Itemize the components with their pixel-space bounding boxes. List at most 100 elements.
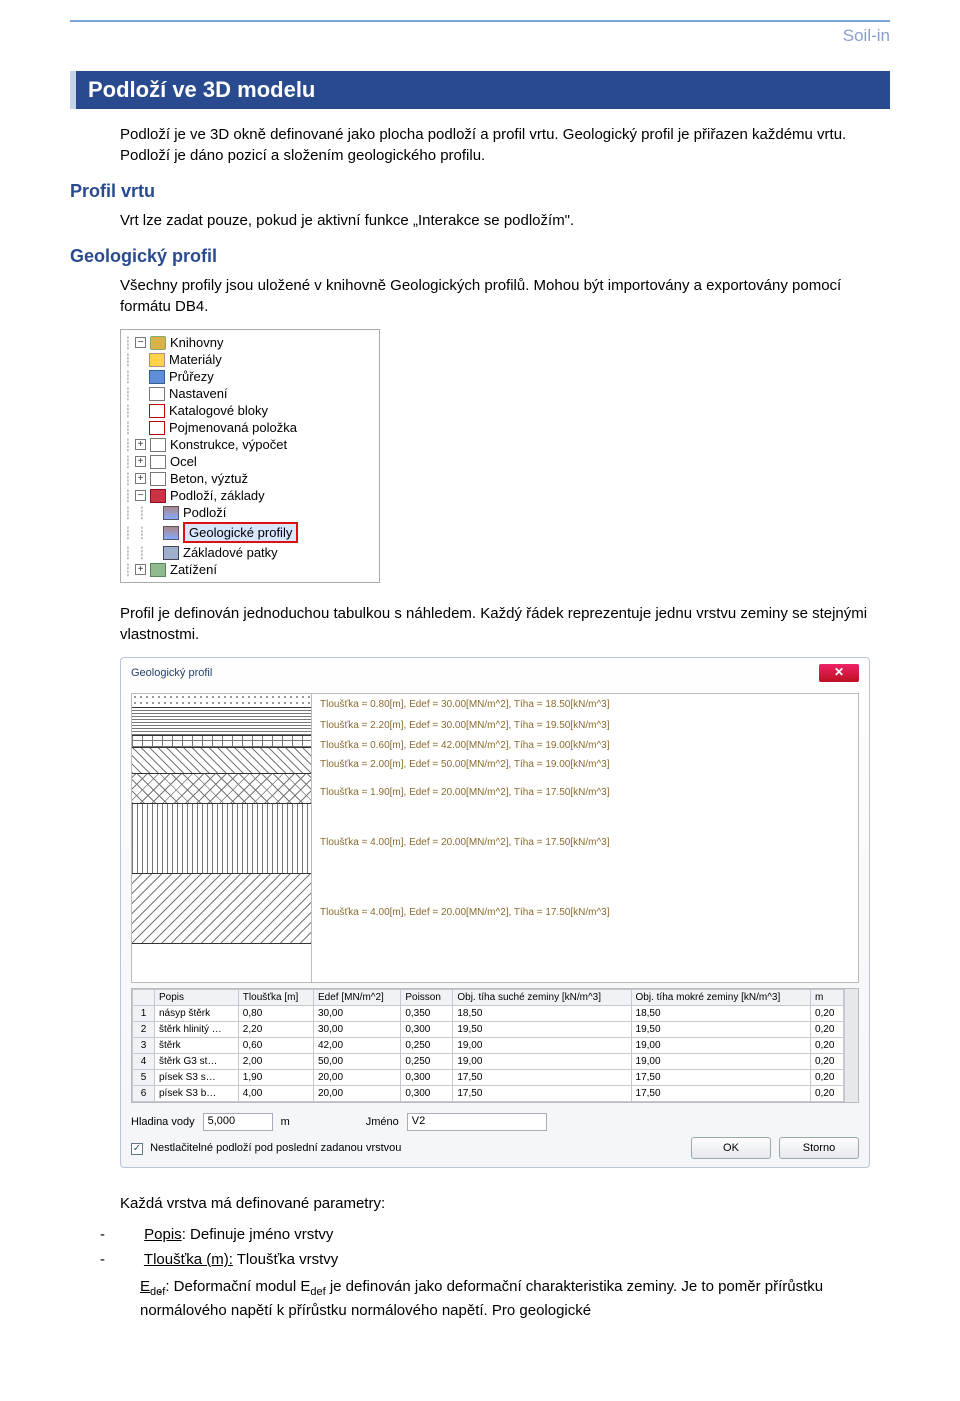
table-row[interactable]: 6písek S3 b…4,0020,000,30017,5017,500,20 xyxy=(133,1086,844,1102)
tree-node-icon xyxy=(150,472,166,486)
table-cell: 17,50 xyxy=(631,1086,810,1102)
table-cell: 19,00 xyxy=(631,1038,810,1054)
cross-section-layer xyxy=(132,804,311,874)
table-header: Obj. tíha mokré zeminy [kN/m^3] xyxy=(631,990,810,1006)
tree-node-icon xyxy=(150,455,166,469)
tree-item[interactable]: ┊+Konstrukce, výpočet xyxy=(121,436,379,453)
close-icon[interactable]: ✕ xyxy=(819,664,859,682)
table-row[interactable]: 3štěrk0,6042,000,25019,0019,000,20 xyxy=(133,1038,844,1054)
layer-desc-row: Tloušťka = 2.20[m], Edef = 30.00[MN/m^2]… xyxy=(320,712,858,740)
tree-node-icon xyxy=(149,404,165,418)
cancel-button[interactable]: Storno xyxy=(779,1137,859,1159)
tree-node-icon xyxy=(163,546,179,560)
tree-node-icon xyxy=(150,489,166,503)
param-popis: - Popis: Definuje jméno vrstvy xyxy=(140,1226,890,1243)
tree-node-icon xyxy=(149,421,165,435)
section-geoprof-heading: Geologický profil xyxy=(70,246,890,267)
table-cell: 17,50 xyxy=(631,1070,810,1086)
layer-desc-row: Tloušťka = 2.00[m], Edef = 50.00[MN/m^2]… xyxy=(320,752,858,778)
table-header: Edef [MN/m^2] xyxy=(314,990,401,1006)
tree-item-label: Pojmenovaná položka xyxy=(169,420,297,435)
ok-button[interactable]: OK xyxy=(691,1137,771,1159)
table-header: Popis xyxy=(155,990,239,1006)
table-header: Tloušťka [m] xyxy=(238,990,313,1006)
table-cell: písek S3 s… xyxy=(155,1070,239,1086)
tree-item[interactable]: ┊Průřezy xyxy=(121,368,379,385)
table-header: Obj. tíha suché zeminy [kN/m^3] xyxy=(453,990,631,1006)
table-cell: 19,00 xyxy=(631,1054,810,1070)
tree-toggle-icon[interactable]: − xyxy=(135,490,146,501)
tree-toggle-icon[interactable]: − xyxy=(135,337,146,348)
table-cell: 18,50 xyxy=(631,1006,810,1022)
cross-section-layer xyxy=(132,694,311,708)
table-cell: 2,00 xyxy=(238,1054,313,1070)
table-cell: štěrk G3 st… xyxy=(155,1054,239,1070)
database-icon xyxy=(150,336,166,350)
tree-item[interactable]: ┊┊Geologické profily xyxy=(121,521,379,544)
table-cell: 2,20 xyxy=(238,1022,313,1038)
tree-item-label: Podloží xyxy=(183,505,226,520)
table-cell: štěrk hlinitý … xyxy=(155,1022,239,1038)
header-rule xyxy=(70,20,890,22)
tree-toggle-icon[interactable]: + xyxy=(135,456,146,467)
cross-section-layer xyxy=(132,874,311,944)
tree-item-label: Zatížení xyxy=(170,562,217,577)
param-tloustka: - Tloušťka (m): Tloušťka vrstvy xyxy=(140,1251,890,1268)
layer-desc-row: Tloušťka = 0.80[m], Edef = 30.00[MN/m^2]… xyxy=(320,698,858,712)
tree-item-label: Ocel xyxy=(170,454,197,469)
tree-toggle-icon[interactable]: + xyxy=(135,439,146,450)
layer-desc-row: Tloušťka = 1.90[m], Edef = 20.00[MN/m^2]… xyxy=(320,778,858,808)
table-header: Poisson xyxy=(401,990,453,1006)
layers-table[interactable]: PopisTloušťka [m]Edef [MN/m^2]PoissonObj… xyxy=(132,989,844,1102)
table-cell: 3 xyxy=(133,1038,155,1054)
table-scrollbar[interactable] xyxy=(844,989,858,1102)
table-cell: 20,00 xyxy=(314,1086,401,1102)
tree-item[interactable]: ┊+Ocel xyxy=(121,453,379,470)
table-row[interactable]: 5písek S3 s…1,9020,000,30017,5017,500,20 xyxy=(133,1070,844,1086)
cross-section-layer xyxy=(132,736,311,748)
intro-paragraph: Podloží je ve 3D okně definované jako pl… xyxy=(120,124,890,166)
tree-item-label: Průřezy xyxy=(169,369,214,384)
tree-item-label: Základové patky xyxy=(183,545,278,560)
tree-item[interactable]: ┊+Zatížení xyxy=(121,561,379,578)
water-label: Hladina vody xyxy=(131,1116,195,1128)
tree-node-icon xyxy=(149,353,165,367)
tree-toggle-icon[interactable]: + xyxy=(135,564,146,575)
table-row[interactable]: 2štěrk hlinitý …2,2030,000,30019,5019,50… xyxy=(133,1022,844,1038)
library-tree[interactable]: ┊ − Knihovny ┊Materiály┊Průřezy┊Nastaven… xyxy=(120,329,380,583)
tree-item-label: Materiály xyxy=(169,352,222,367)
table-cell: 30,00 xyxy=(314,1022,401,1038)
table-cell: 1,90 xyxy=(238,1070,313,1086)
tree-item[interactable]: ┊Materiály xyxy=(121,351,379,368)
tree-item-label: Podloží, základy xyxy=(170,488,265,503)
table-cell: 19,50 xyxy=(453,1022,631,1038)
tree-item[interactable]: ┊┊Základové patky xyxy=(121,544,379,561)
param-edef: Edef: Deformační modul Edef je definován… xyxy=(140,1276,890,1321)
tree-item[interactable]: ┊Nastavení xyxy=(121,385,379,402)
tree-root-label: Knihovny xyxy=(170,335,223,350)
water-input[interactable]: 5,000 xyxy=(203,1113,273,1131)
table-cell: 0,20 xyxy=(810,1054,843,1070)
tree-item[interactable]: ┊Pojmenovaná položka xyxy=(121,419,379,436)
table-cell: 0,20 xyxy=(810,1038,843,1054)
name-input[interactable]: V2 xyxy=(407,1113,547,1131)
params-heading: Každá vrstva má definované parametry: xyxy=(120,1193,890,1214)
table-row[interactable]: 1násyp štěrk0,8030,000,35018,5018,500,20 xyxy=(133,1006,844,1022)
table-cell: 5 xyxy=(133,1070,155,1086)
tree-item[interactable]: ┊Katalogové bloky xyxy=(121,402,379,419)
table-cell: 30,00 xyxy=(314,1006,401,1022)
table-cell: 4 xyxy=(133,1054,155,1070)
table-cell: 50,00 xyxy=(314,1054,401,1070)
cross-section-preview xyxy=(132,694,312,982)
tree-toggle-icon[interactable]: + xyxy=(135,473,146,484)
incompressible-checkbox[interactable]: ✓ xyxy=(131,1143,143,1155)
tree-node-icon xyxy=(163,526,179,540)
tree-node-icon xyxy=(163,506,179,520)
tree-node-icon xyxy=(150,563,166,577)
tree-item[interactable]: ┊+Beton, výztuž xyxy=(121,470,379,487)
table-cell: násyp štěrk xyxy=(155,1006,239,1022)
profil-paragraph: Vrt lze zadat pouze, pokud je aktivní fu… xyxy=(120,210,890,231)
table-row[interactable]: 4štěrk G3 st…2,0050,000,25019,0019,000,2… xyxy=(133,1054,844,1070)
tree-item[interactable]: ┊−Podloží, základy xyxy=(121,487,379,504)
tree-item[interactable]: ┊┊Podloží xyxy=(121,504,379,521)
